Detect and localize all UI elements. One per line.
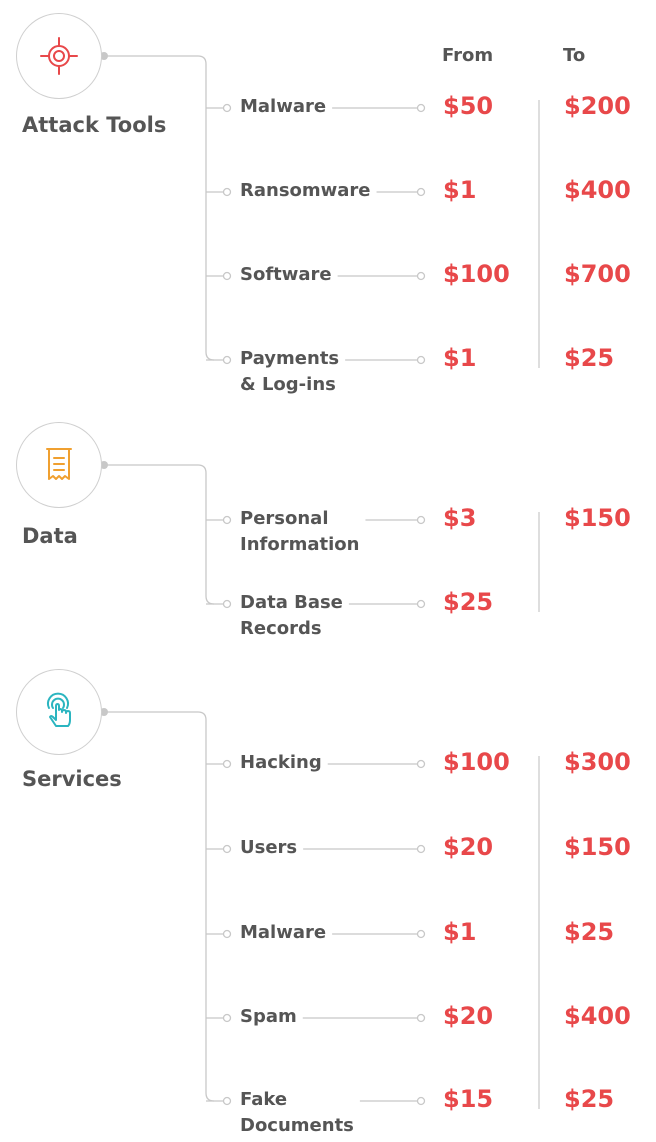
price-from: $100 <box>443 748 510 776</box>
price-from: $25 <box>443 588 494 616</box>
price-to: $400 <box>564 176 631 204</box>
price-list-infographic: From To Attack Tools Malware $50 $200 Ransom… <box>0 0 656 1142</box>
item-label: Software <box>240 262 332 288</box>
price-to: $25 <box>564 344 615 372</box>
category-label: Data <box>22 524 78 548</box>
item-label: Payments & Log-ins <box>240 346 339 398</box>
price-to: $200 <box>564 92 631 120</box>
price-from: $1 <box>443 176 477 204</box>
price-from: $100 <box>443 260 510 288</box>
item-label: Users <box>240 835 297 861</box>
item-label-line1: Software <box>240 264 332 285</box>
item-label-line1: Malware <box>240 922 327 943</box>
price-from: $20 <box>443 1002 494 1030</box>
item-label-line1: Users <box>240 837 298 858</box>
item-label-line2: Records <box>240 618 322 639</box>
item-label-line1: Data Base <box>240 592 343 613</box>
item-label: Data Base Records <box>240 590 343 642</box>
price-from: $50 <box>443 92 494 120</box>
price-from: $1 <box>443 918 477 946</box>
category-icon-circle <box>16 422 102 508</box>
item-label-line2: & Log-ins <box>240 374 336 395</box>
item-label-line1: Payments <box>240 348 340 369</box>
price-from: $3 <box>443 504 477 532</box>
item-label: Malware <box>240 920 326 946</box>
category-label: Attack Tools <box>22 113 167 137</box>
category-icon-circle <box>16 669 102 755</box>
item-label-line1: Fake <box>240 1089 288 1110</box>
item-label: Fake Documents <box>240 1087 354 1139</box>
price-to: $400 <box>564 1002 631 1030</box>
category-icon-circle <box>16 13 102 99</box>
price-from: $1 <box>443 344 477 372</box>
category-label: Services <box>22 767 122 791</box>
price-to: $700 <box>564 260 631 288</box>
item-label: Spam <box>240 1004 297 1030</box>
item-label: Malware <box>240 94 326 120</box>
item-label: Personal Information <box>240 506 359 558</box>
item-label-line1: Spam <box>240 1006 297 1027</box>
touch-icon <box>37 690 81 734</box>
receipt-icon <box>37 443 81 487</box>
price-from: $15 <box>443 1085 494 1113</box>
item-label-line2: Information <box>240 534 360 555</box>
price-to: $150 <box>564 504 631 532</box>
item-label: Hacking <box>240 750 322 776</box>
crosshair-icon <box>37 34 81 78</box>
price-to: $150 <box>564 833 631 861</box>
item-label-line2: Documents <box>240 1115 354 1136</box>
item-label: Ransomware <box>240 178 371 204</box>
price-to: $25 <box>564 918 615 946</box>
item-label-line1: Ransomware <box>240 180 371 201</box>
price-from: $20 <box>443 833 494 861</box>
item-label-line1: Personal <box>240 508 329 529</box>
price-to: $25 <box>564 1085 615 1113</box>
item-label-line1: Hacking <box>240 752 322 773</box>
price-to: $300 <box>564 748 631 776</box>
connector-lines <box>100 52 540 1109</box>
item-label-line1: Malware <box>240 96 327 117</box>
